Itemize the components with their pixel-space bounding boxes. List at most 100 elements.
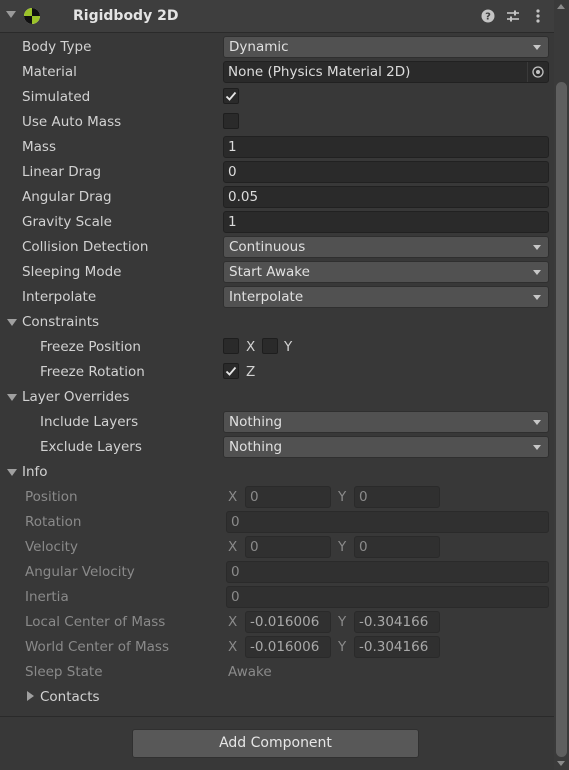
include-layers-value: Nothing [229,414,283,430]
sleep-state-label: Sleep State [25,664,103,680]
add-component-button[interactable]: Add Component [132,729,419,758]
world-com-y-label: Y [338,639,347,655]
linear-drag-value: 0 [228,164,237,180]
freeze-position-label: Freeze Position [40,339,141,355]
angular-velocity-label: Angular Velocity [25,564,135,580]
sleeping-mode-dropdown[interactable]: Start Awake [223,261,549,283]
velocity-x-label: X [228,539,238,555]
interpolate-value: Interpolate [229,289,304,305]
include-layers-dropdown[interactable]: Nothing [223,411,549,433]
simulated-row: Simulated [0,85,554,110]
collision-detection-value: Continuous [229,239,306,255]
include-layers-label: Include Layers [40,414,139,430]
local-com-y-field: -0.304166 [354,611,440,633]
foldout-expanded-icon[interactable] [7,319,17,326]
position-label: Position [25,489,78,505]
help-icon[interactable]: ? [480,8,496,24]
svg-text:?: ? [485,12,491,23]
sleeping-mode-label: Sleeping Mode [22,264,122,280]
linear-drag-input[interactable]: 0 [223,161,549,183]
gravity-scale-row: Gravity Scale 1 [0,210,554,235]
inertia-label: Inertia [25,589,69,605]
material-row: Material None (Physics Material 2D) [0,60,554,85]
info-angular-velocity-row: Angular Velocity 0 [0,560,554,585]
body-type-label: Body Type [22,39,92,55]
mass-value: 1 [228,139,237,155]
rotation-label: Rotation [25,514,82,530]
info-local-com-row: Local Center of Mass X -0.016006 Y -0.30… [0,610,554,635]
exclude-layers-dropdown[interactable]: Nothing [223,436,549,458]
mass-label[interactable]: Mass [22,139,56,155]
info-foldout[interactable]: Info [0,460,554,485]
world-com-x-value: -0.016006 [250,639,320,655]
angular-drag-input[interactable]: 0.05 [223,186,549,208]
angular-velocity-value: 0 [231,564,240,580]
gravity-scale-value: 1 [228,214,237,230]
local-com-x-field: -0.016006 [245,611,331,633]
more-menu-icon[interactable] [530,8,546,24]
scrollbar-thumb[interactable] [556,82,567,757]
info-rotation-row: Rotation 0 [0,510,554,535]
freeze-rotation-label: Freeze Rotation [40,364,145,380]
material-label: Material [22,64,77,80]
mass-row: Mass 1 [0,135,554,160]
scroll-up-icon[interactable] [557,4,565,9]
contacts-label[interactable]: Contacts [40,689,100,705]
freeze-rotation-z-label: Z [246,364,256,380]
collision-detection-dropdown[interactable]: Continuous [223,236,549,258]
inertia-value: 0 [231,589,240,605]
local-com-y-label: Y [338,614,347,630]
freeze-rotation-row: Freeze Rotation Z [0,360,554,385]
gravity-scale-input[interactable]: 1 [223,211,549,233]
rotation-value: 0 [231,514,240,530]
freeze-position-y-checkbox[interactable] [262,338,278,354]
exclude-layers-value: Nothing [229,439,283,455]
foldout-expanded-icon[interactable] [7,469,17,476]
object-picker-icon[interactable] [527,62,548,82]
velocity-x-value: 0 [250,539,259,555]
mass-input[interactable]: 1 [223,136,549,158]
use-auto-mass-checkbox[interactable] [223,113,239,129]
world-com-x-field: -0.016006 [245,636,331,658]
constraints-foldout[interactable]: Constraints [0,310,554,335]
preset-icon[interactable] [505,8,521,24]
freeze-rotation-z-checkbox[interactable] [223,363,239,379]
position-x-value: 0 [250,489,259,505]
component-header[interactable]: Rigidbody 2D ? [0,0,554,33]
simulated-checkbox[interactable] [223,88,239,104]
gravity-scale-label[interactable]: Gravity Scale [22,214,112,230]
interpolate-dropdown[interactable]: Interpolate [223,286,549,308]
layer-overrides-foldout[interactable]: Layer Overrides [0,385,554,410]
foldout-collapsed-icon[interactable] [27,691,34,701]
angular-drag-row: Angular Drag 0.05 [0,185,554,210]
local-com-x-label: X [228,614,238,630]
exclude-layers-row: Exclude Layers Nothing [0,435,554,460]
layer-overrides-label[interactable]: Layer Overrides [22,389,129,405]
collision-detection-row: Collision Detection Continuous [0,235,554,260]
angular-drag-value: 0.05 [228,189,259,205]
checkmark-icon [225,366,237,376]
use-auto-mass-row: Use Auto Mass [0,110,554,135]
linear-drag-label[interactable]: Linear Drag [22,164,101,180]
scroll-down-icon[interactable] [557,761,565,766]
sleeping-mode-row: Sleeping Mode Start Awake [0,260,554,285]
material-field[interactable]: None (Physics Material 2D) [223,61,549,83]
freeze-position-x-checkbox[interactable] [223,338,239,354]
include-layers-row: Include Layers Nothing [0,410,554,435]
sleep-state-value: Awake [228,664,272,680]
interpolate-label: Interpolate [22,289,97,305]
world-com-y-field: -0.304166 [354,636,440,658]
constraints-label[interactable]: Constraints [22,314,99,330]
foldout-expanded-icon[interactable] [7,394,17,401]
world-com-x-label: X [228,639,238,655]
checkmark-icon [225,91,237,101]
collapse-arrow-icon[interactable] [6,11,16,18]
rigidbody-component-icon [24,8,40,24]
sleeping-mode-value: Start Awake [229,264,310,280]
contacts-foldout[interactable]: Contacts [0,685,554,710]
velocity-y-label: Y [338,539,347,555]
angular-drag-label[interactable]: Angular Drag [22,189,112,205]
body-type-dropdown[interactable]: Dynamic [223,36,549,58]
info-label[interactable]: Info [22,464,48,480]
vertical-scrollbar[interactable] [554,0,569,770]
